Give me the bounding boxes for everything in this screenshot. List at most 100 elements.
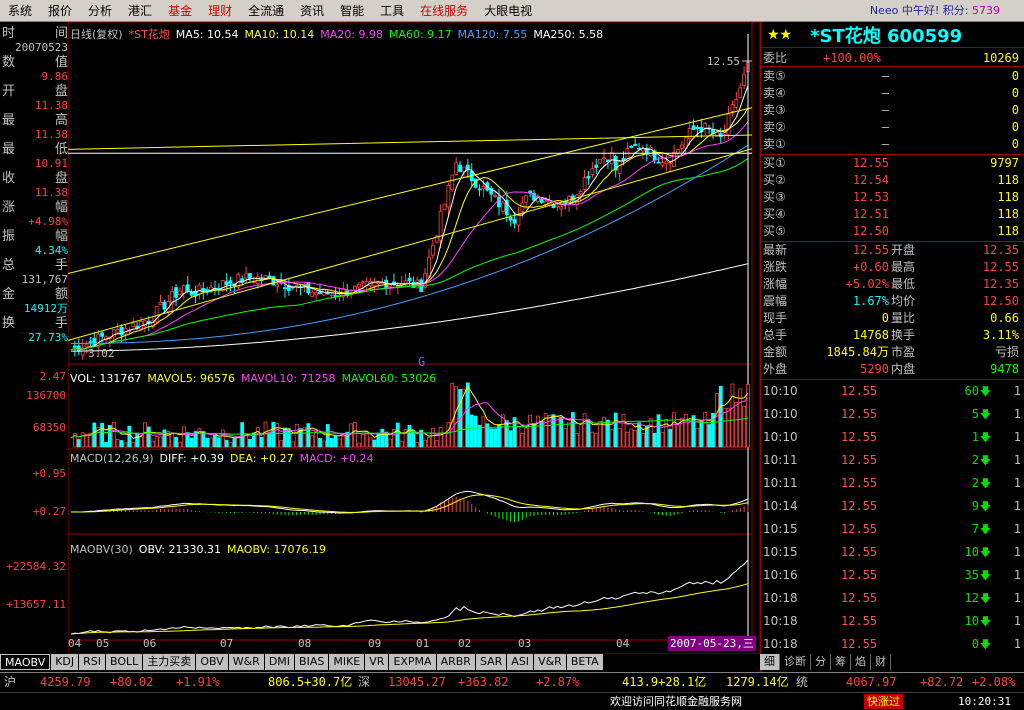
sz-index[interactable]: 13045.27 (388, 673, 446, 692)
indicator-tab[interactable]: BIAS (295, 654, 329, 670)
tick-volume: 1 (971, 430, 979, 444)
tick-count: 1 (1013, 637, 1021, 651)
month-label: 02 (458, 637, 472, 650)
indicator-tab[interactable]: EXPMA (389, 654, 436, 670)
volume-bar (127, 425, 132, 448)
candle-body (586, 175, 591, 179)
stat-label: 开盘 (891, 243, 916, 257)
menu-item[interactable]: 港汇 (120, 0, 160, 22)
volume-bar (489, 428, 494, 448)
chart-area[interactable]: 12.55 3.02 G 日线(复权) *ST花炮 MA5: 10.54 MA10: 10… (68, 22, 760, 654)
quote-tab[interactable]: 财 (871, 654, 891, 670)
indicator-tab[interactable]: RSI (79, 654, 106, 670)
candle-body (224, 281, 229, 286)
quote-tab[interactable]: 筹 (831, 654, 851, 670)
volume-bar (500, 414, 505, 448)
stat-value: 12.55 (982, 260, 1019, 274)
month-label: 06 (143, 637, 157, 650)
menu-item[interactable]: 全流通 (240, 0, 292, 22)
indicator-tab[interactable]: KDJ (51, 654, 79, 670)
menu-item[interactable]: 智能 (332, 0, 372, 22)
welcome-text[interactable]: 欢迎访问同花顺金融服务网 (610, 693, 742, 710)
stat-value: 14768 (852, 328, 889, 342)
volume-bar (388, 438, 392, 448)
indicator-tab[interactable]: BOLL (106, 654, 143, 670)
volume-bar (590, 431, 595, 448)
indicator-tab[interactable]: W&R (228, 654, 264, 670)
menu-item[interactable]: 在线服务 (412, 0, 476, 22)
candle-body (353, 285, 357, 291)
points-value: 5739 (972, 4, 1000, 17)
menu-item[interactable]: 系统 (0, 0, 40, 22)
bid-row[interactable]: 买② 12.54 118 (761, 172, 1024, 189)
menu-item[interactable]: 基金 (160, 0, 200, 22)
stat-value: 12.35 (982, 243, 1019, 257)
tick-time: 10:10 (763, 430, 798, 444)
indicator-tab[interactable]: ASI (507, 654, 534, 670)
down-arrow-icon: 🡇 (979, 431, 991, 444)
indicator-tab[interactable]: MIKE (329, 654, 365, 670)
axis-label: +0.95 (32, 467, 66, 480)
volume-bar (322, 440, 326, 448)
bid-row[interactable]: 买④ 12.51 118 (761, 206, 1024, 223)
indicator-tab[interactable]: DMI (264, 654, 295, 670)
ask-row[interactable]: 卖⑤ – 0 (761, 68, 1024, 85)
indicator-tab[interactable]: VR (365, 654, 389, 670)
quote-tab[interactable]: 诊断 (780, 654, 811, 670)
indicator-tab[interactable]: ARBR (436, 654, 475, 670)
ask-row[interactable]: 卖④ – 0 (761, 85, 1024, 102)
indicator-tab[interactable]: V&R (534, 654, 566, 670)
menu-item[interactable]: 资讯 (292, 0, 332, 22)
candle-body (629, 146, 634, 148)
menu-item[interactable]: 大眼电视 (476, 0, 540, 22)
menu-item[interactable]: 报价 (40, 0, 80, 22)
candle-body (703, 123, 708, 129)
volume-bar (676, 425, 680, 448)
menu-item[interactable]: 工具 (372, 0, 412, 22)
axis-labels: 2.47 136700 68350 +0.95 +0.27 +22584.32 +13657… (0, 22, 68, 654)
ask-volume: 0 (1011, 86, 1019, 100)
sh-index[interactable]: 4259.79 (40, 673, 91, 692)
stat-row: 震幅 1.67% 均价 12.50 (761, 293, 1024, 310)
menu-item[interactable]: 理财 (200, 0, 240, 22)
volume-bar (135, 432, 140, 448)
macd-legend-item: MACD(12,26,9) (70, 452, 154, 465)
stat-row: 最新 12.55 开盘 12.35 (761, 242, 1024, 259)
indicator-tab[interactable]: 主力买卖 (143, 654, 196, 670)
candle-body (602, 157, 606, 160)
bid-row[interactable]: 买① 12.55 9797 (761, 155, 1024, 172)
volume-bar (469, 414, 474, 448)
star-icon[interactable]: ★★ (767, 27, 792, 43)
bid-row[interactable]: 买③ 12.53 118 (761, 189, 1024, 206)
volume-bar (139, 436, 143, 448)
stat-label: 最低 (891, 277, 916, 291)
fast-rise-badge[interactable]: 快涨过 (864, 694, 903, 709)
tick-row: 10:16 12.55 35 🡇 1 (761, 564, 1024, 587)
candle-body (115, 328, 120, 333)
bid-row[interactable]: 买⑤ 12.50 118 (761, 223, 1024, 240)
ask-row[interactable]: 卖① – 0 (761, 136, 1024, 153)
indicator-tab[interactable]: SAR (475, 654, 507, 670)
tick-price: 12.55 (841, 407, 878, 421)
volume-bar (372, 439, 377, 448)
quote-tab[interactable]: 分 (811, 654, 831, 670)
indicator-tab[interactable]: OBV (196, 654, 228, 670)
ask-label: 卖② (763, 120, 786, 134)
menu-item[interactable]: 分析 (80, 0, 120, 22)
volume-bar (209, 437, 213, 448)
tick-time: 10:16 (763, 568, 798, 582)
volume-bar (516, 425, 521, 448)
kline-chart[interactable]: 12.55 3.02 G (68, 22, 760, 654)
ask-row[interactable]: 卖② – 0 (761, 119, 1024, 136)
tick-time: 10:14 (763, 499, 798, 513)
volume-bar (438, 427, 443, 448)
indicator-tab[interactable]: BETA (566, 654, 603, 670)
ask-row[interactable]: 卖③ – 0 (761, 102, 1024, 119)
quote-tab[interactable]: 细 (760, 654, 780, 670)
candle-body (244, 273, 248, 279)
volume-bar (353, 422, 357, 448)
ticker-bar: 欢迎访问同花顺金融服务网 快涨过 10:20:31 (0, 692, 1024, 710)
quote-tab[interactable]: 焰 (851, 654, 871, 670)
indicator-tab[interactable]: MAOBV (0, 654, 51, 670)
volume-bar (524, 427, 529, 448)
